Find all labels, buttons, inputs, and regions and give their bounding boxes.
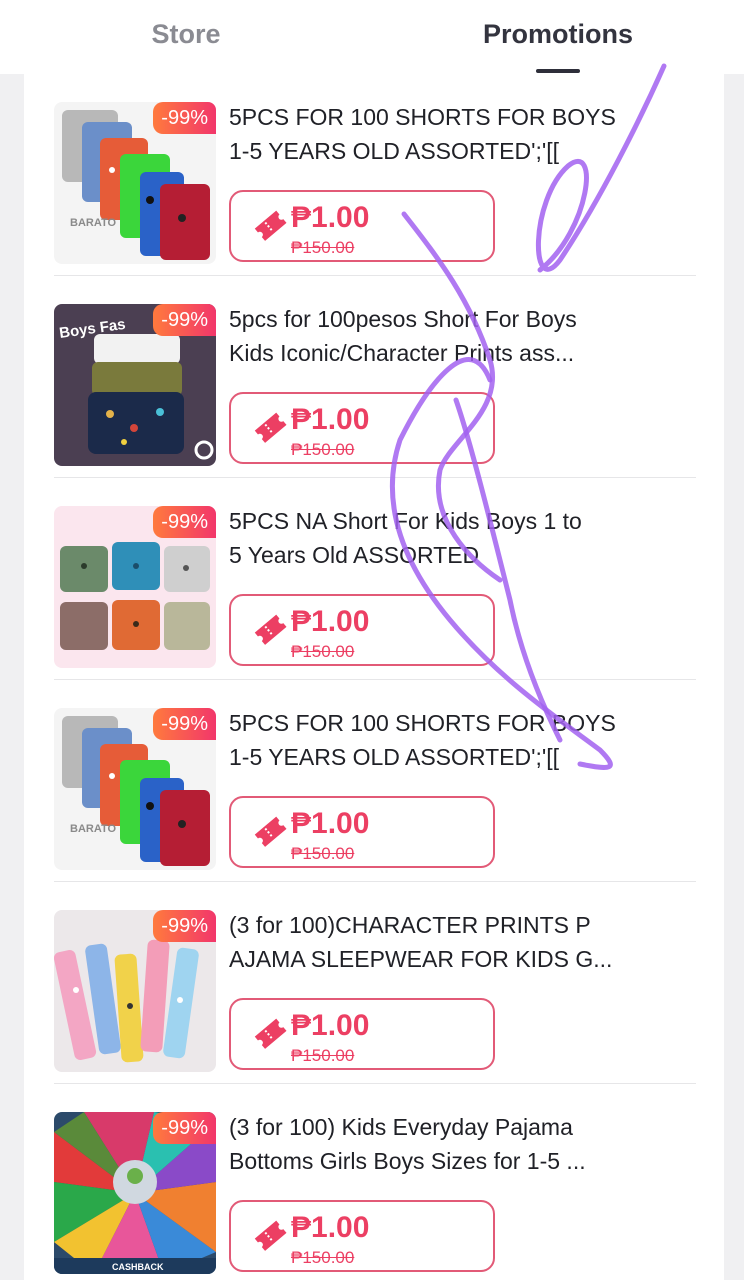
ticket-icon bbox=[254, 1018, 287, 1049]
promotions-list[interactable]: BARATO -99% 5PCS FOR 100 SHORTS FOR BOYS… bbox=[24, 74, 724, 1280]
price-button[interactable]: ₱1.00 ₱150.00 bbox=[229, 796, 495, 868]
sale-price: ₱1.00 bbox=[291, 605, 370, 638]
product-item[interactable]: -99% 5PCS NA Short For Kids Boys 1 to 5 … bbox=[24, 478, 724, 680]
product-title[interactable]: (3 for 100) Kids Everyday Pajama Bottoms… bbox=[229, 1110, 669, 1178]
active-tab-indicator bbox=[536, 69, 580, 73]
product-title[interactable]: (3 for 100)CHARACTER PRINTS P AJAMA SLEE… bbox=[229, 908, 669, 976]
svg-text:BARATO: BARATO bbox=[70, 823, 116, 835]
price-button[interactable]: ₱1.00 ₱150.00 bbox=[229, 392, 495, 464]
sale-price: ₱1.00 bbox=[291, 807, 370, 840]
tab-promotions[interactable]: Promotions bbox=[466, 14, 650, 54]
product-item[interactable]: BARATO -99% 5PCS FOR 100 SHORTS FOR BOYS… bbox=[24, 74, 724, 276]
product-image[interactable]: BARATO -99% bbox=[54, 708, 216, 870]
ticket-icon bbox=[254, 210, 287, 241]
price-button[interactable]: ₱1.00 ₱150.00 bbox=[229, 594, 495, 666]
product-title[interactable]: 5pcs for 100pesos Short For Boys Kids Ic… bbox=[229, 302, 669, 370]
price-button[interactable]: ₱1.00 ₱150.00 bbox=[229, 998, 495, 1070]
original-price: ₱150.00 bbox=[291, 238, 355, 257]
product-item[interactable]: BARATO -99% 5PCS FOR 100 SHORTS FOR BOYS… bbox=[24, 680, 724, 882]
discount-badge: -99% bbox=[153, 708, 216, 740]
discount-badge: -99% bbox=[153, 304, 216, 336]
discount-badge: -99% bbox=[153, 910, 216, 942]
original-price: ₱150.00 bbox=[291, 844, 355, 863]
original-price: ₱150.00 bbox=[291, 440, 355, 459]
product-image[interactable]: BARATO -99% bbox=[54, 102, 216, 264]
tab-store[interactable]: Store bbox=[100, 14, 272, 54]
discount-badge: -99% bbox=[153, 506, 216, 538]
original-price: ₱150.00 bbox=[291, 642, 355, 661]
sale-price: ₱1.00 bbox=[291, 1009, 370, 1042]
product-title[interactable]: 5PCS FOR 100 SHORTS FOR BOYS 1-5 YEARS O… bbox=[229, 100, 669, 168]
ticket-icon bbox=[254, 816, 287, 847]
tab-bar: Store Promotions bbox=[0, 0, 744, 74]
product-title[interactable]: 5PCS FOR 100 SHORTS FOR BOYS 1-5 YEARS O… bbox=[229, 706, 669, 774]
ticket-icon bbox=[254, 412, 287, 443]
sale-price: ₱1.00 bbox=[291, 1211, 370, 1244]
price-button[interactable]: ₱1.00 ₱150.00 bbox=[229, 190, 495, 262]
ticket-icon bbox=[254, 1220, 287, 1251]
product-image[interactable]: Boys Fas -99% bbox=[54, 304, 216, 466]
product-item[interactable]: -99% (3 for 100)CHARACTER PRINTS P AJAMA… bbox=[24, 882, 724, 1084]
price-button[interactable]: ₱1.00 ₱150.00 bbox=[229, 1200, 495, 1272]
product-item[interactable]: CASHBACK -99% (3 for 100) Kids Everyday … bbox=[24, 1084, 724, 1280]
product-item[interactable]: Boys Fas -99% 5pcs for 100pesos Short Fo… bbox=[24, 276, 724, 478]
discount-badge: -99% bbox=[153, 1112, 216, 1144]
product-image[interactable]: -99% bbox=[54, 506, 216, 668]
svg-text:BARATO: BARATO bbox=[70, 217, 116, 229]
original-price: ₱150.00 bbox=[291, 1046, 355, 1065]
original-price: ₱150.00 bbox=[291, 1248, 355, 1267]
sale-price: ₱1.00 bbox=[291, 201, 370, 234]
discount-badge: -99% bbox=[153, 102, 216, 134]
product-image[interactable]: -99% bbox=[54, 910, 216, 1072]
ticket-icon bbox=[254, 614, 287, 645]
product-title[interactable]: 5PCS NA Short For Kids Boys 1 to 5 Years… bbox=[229, 504, 669, 572]
svg-text:CASHBACK: CASHBACK bbox=[112, 1262, 164, 1272]
product-image[interactable]: CASHBACK -99% bbox=[54, 1112, 216, 1274]
sale-price: ₱1.00 bbox=[291, 403, 370, 436]
